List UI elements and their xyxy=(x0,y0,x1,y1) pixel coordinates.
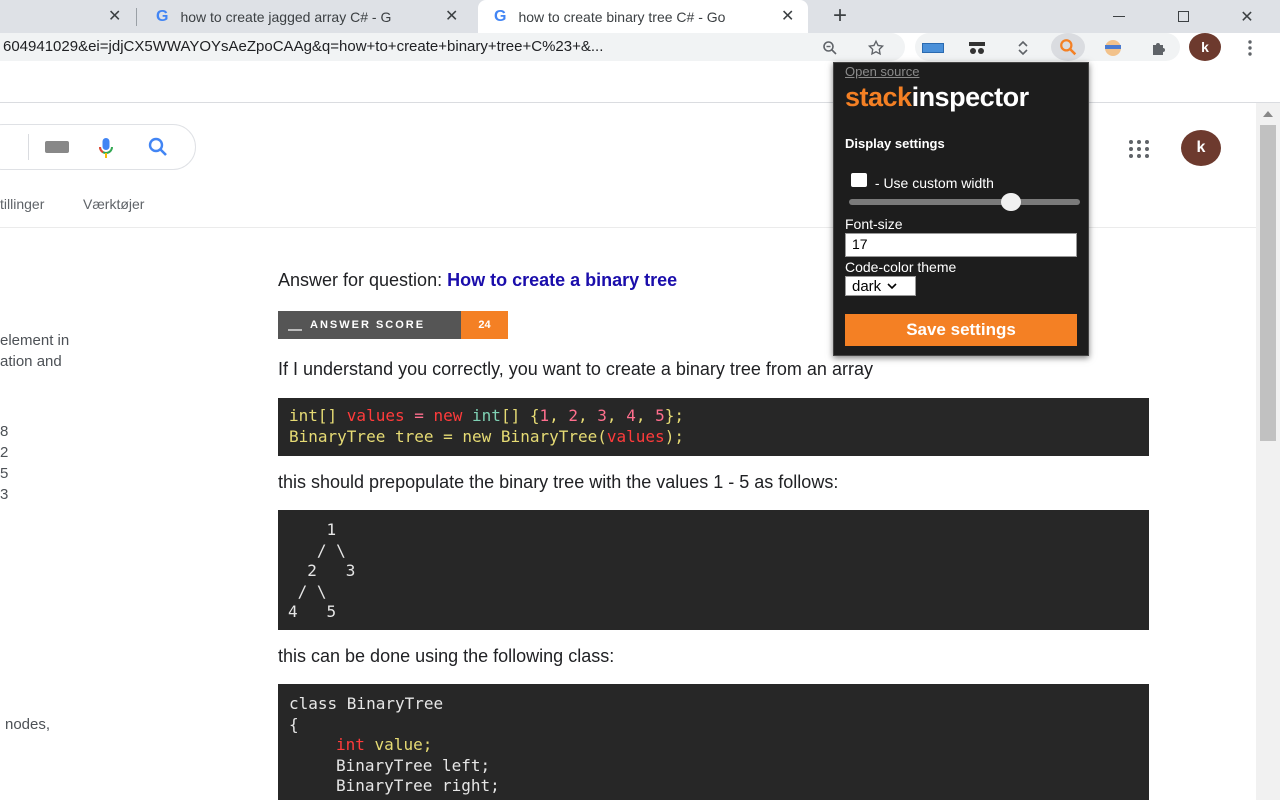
open-source-link[interactable]: Open source xyxy=(845,64,919,79)
stackinspector-extension-icon[interactable] xyxy=(1051,33,1085,61)
width-slider-thumb[interactable] xyxy=(1000,193,1021,211)
result-fragment: element in xyxy=(0,332,70,349)
nav-settings[interactable]: tillinger xyxy=(0,196,44,212)
ruler-extension-icon[interactable] xyxy=(919,35,947,61)
answer-heading: Answer for question: How to create a bin… xyxy=(278,270,677,291)
save-settings-button[interactable]: Save settings xyxy=(845,314,1077,346)
close-window-button[interactable]: ✕ xyxy=(1224,0,1270,33)
answer-score-value: 24 xyxy=(461,311,508,339)
code-block-array: int[] values = new int[] {1, 2, 3, 4, 5}… xyxy=(278,398,1149,456)
tab-jagged-array[interactable]: G how to create jagged array C# - G ✕ xyxy=(140,0,470,33)
search-icon[interactable] xyxy=(148,137,168,162)
result-fragment: 5 xyxy=(0,465,9,482)
result-fragment: 2 xyxy=(0,444,9,461)
answer-heading-prefix: Answer for question: xyxy=(278,270,448,290)
scrollbar-thumb[interactable] xyxy=(1260,125,1276,441)
code-block-tree: 1 / \ 2 3 / \ 4 5 xyxy=(278,510,1149,630)
answer-score-label: ANSWER SCORE xyxy=(310,319,426,331)
font-size-label: Font-size xyxy=(845,216,903,232)
chevron-down-icon xyxy=(887,283,897,290)
tree-line: 2 3 xyxy=(288,561,356,580)
result-fragment: 8 xyxy=(0,423,9,440)
incognito-extension-icon[interactable] xyxy=(963,35,991,61)
keyboard-icon[interactable] xyxy=(45,141,69,153)
apps-grid-icon[interactable] xyxy=(1129,140,1149,163)
result-fragment: nodes, xyxy=(5,716,51,733)
tree-line: 1 xyxy=(288,520,337,539)
width-slider[interactable] xyxy=(849,199,1080,205)
question-title-link[interactable]: How to create a binary tree xyxy=(447,270,677,290)
nav-tools[interactable]: Værktøjer xyxy=(83,196,144,212)
url-text[interactable]: 604941029&ei=jdjCX5WWAYOYsAeZpoCAAg&q=ho… xyxy=(3,38,603,55)
search-divider xyxy=(28,134,29,160)
tab-separator xyxy=(136,8,137,26)
paragraph-prepopulate: this should prepopulate the binary tree … xyxy=(278,472,839,492)
code-line: BinaryTree tree = new BinaryTree(values)… xyxy=(289,427,684,446)
code-block-class: class BinaryTree { int value; BinaryTree… xyxy=(278,684,1149,800)
tab-title: how to create jagged array C# - G xyxy=(180,8,392,25)
tab-close-icon[interactable]: ✕ xyxy=(445,6,458,26)
tab-binary-tree[interactable]: G how to create binary tree C# - Go ✕ xyxy=(478,0,808,33)
google-g-icon: G xyxy=(494,7,507,25)
custom-width-checkbox[interactable] xyxy=(851,173,867,187)
paragraph-class: this can be done using the following cla… xyxy=(278,646,615,666)
custom-width-label: - Use custom width xyxy=(871,175,994,191)
result-fragment: 3 xyxy=(0,486,9,503)
result-fragment: ation and xyxy=(0,353,62,370)
theme-label: Code-color theme xyxy=(845,259,957,275)
minimize-button[interactable] xyxy=(1096,0,1142,33)
puzzle-extensions-icon[interactable] xyxy=(1145,35,1173,61)
more-menu-icon[interactable] xyxy=(1236,35,1264,61)
code-line: { xyxy=(289,715,299,734)
vertical-scrollbar[interactable] xyxy=(1256,103,1280,800)
restore-button[interactable] xyxy=(1160,0,1206,33)
tree-line: / \ xyxy=(288,541,346,560)
theme-select-value: dark xyxy=(852,277,882,295)
zoom-icon[interactable] xyxy=(816,35,844,61)
search-box[interactable] xyxy=(0,124,196,170)
stackinspector-popup: Open source stackinspector Display setti… xyxy=(833,62,1089,356)
new-tab-button[interactable]: + xyxy=(833,2,847,30)
bookmark-star-icon[interactable] xyxy=(862,35,890,61)
stackoverflow-icon xyxy=(288,319,302,331)
stackinspector-logo: stackinspector xyxy=(845,82,1029,112)
google-g-icon: G xyxy=(156,7,169,25)
tab-close-icon[interactable]: ✕ xyxy=(108,6,121,26)
tree-line: / \ xyxy=(288,582,327,601)
code-line: BinaryTree left; xyxy=(336,756,491,775)
tree-line: 4 5 xyxy=(288,602,337,621)
arrows-extension-icon[interactable] xyxy=(1009,35,1037,61)
paragraph-intro: If I understand you correctly, you want … xyxy=(278,359,873,379)
code-line: class BinaryTree xyxy=(289,694,444,713)
display-settings-heading: Display settings xyxy=(845,136,945,151)
profile-avatar[interactable]: k xyxy=(1189,33,1221,61)
code-line: int value; xyxy=(336,735,433,754)
google-profile-avatar[interactable]: k xyxy=(1181,130,1221,166)
face-extension-icon[interactable] xyxy=(1099,35,1127,61)
extensions-bar xyxy=(915,33,1180,61)
answer-score-badge: ANSWER SCORE 24 xyxy=(278,311,508,339)
answer-score-label-box: ANSWER SCORE xyxy=(278,311,461,339)
tab-close-icon[interactable]: ✕ xyxy=(781,6,794,26)
code-line: BinaryTree right; xyxy=(336,776,500,795)
code-line: int[] values = new int[] {1, 2, 3, 4, 5}… xyxy=(289,406,684,425)
theme-select[interactable]: dark xyxy=(845,276,916,296)
microphone-icon[interactable] xyxy=(98,137,114,164)
font-size-input[interactable]: 17 xyxy=(845,233,1077,257)
scroll-up-arrow-icon[interactable] xyxy=(1263,111,1273,117)
tab-title: how to create binary tree C# - Go xyxy=(518,8,726,25)
address-bar[interactable]: 604941029&ei=jdjCX5WWAYOYsAeZpoCAAg&q=ho… xyxy=(0,33,905,61)
tab-strip: ✕ G how to create jagged array C# - G ✕ … xyxy=(0,0,1280,33)
